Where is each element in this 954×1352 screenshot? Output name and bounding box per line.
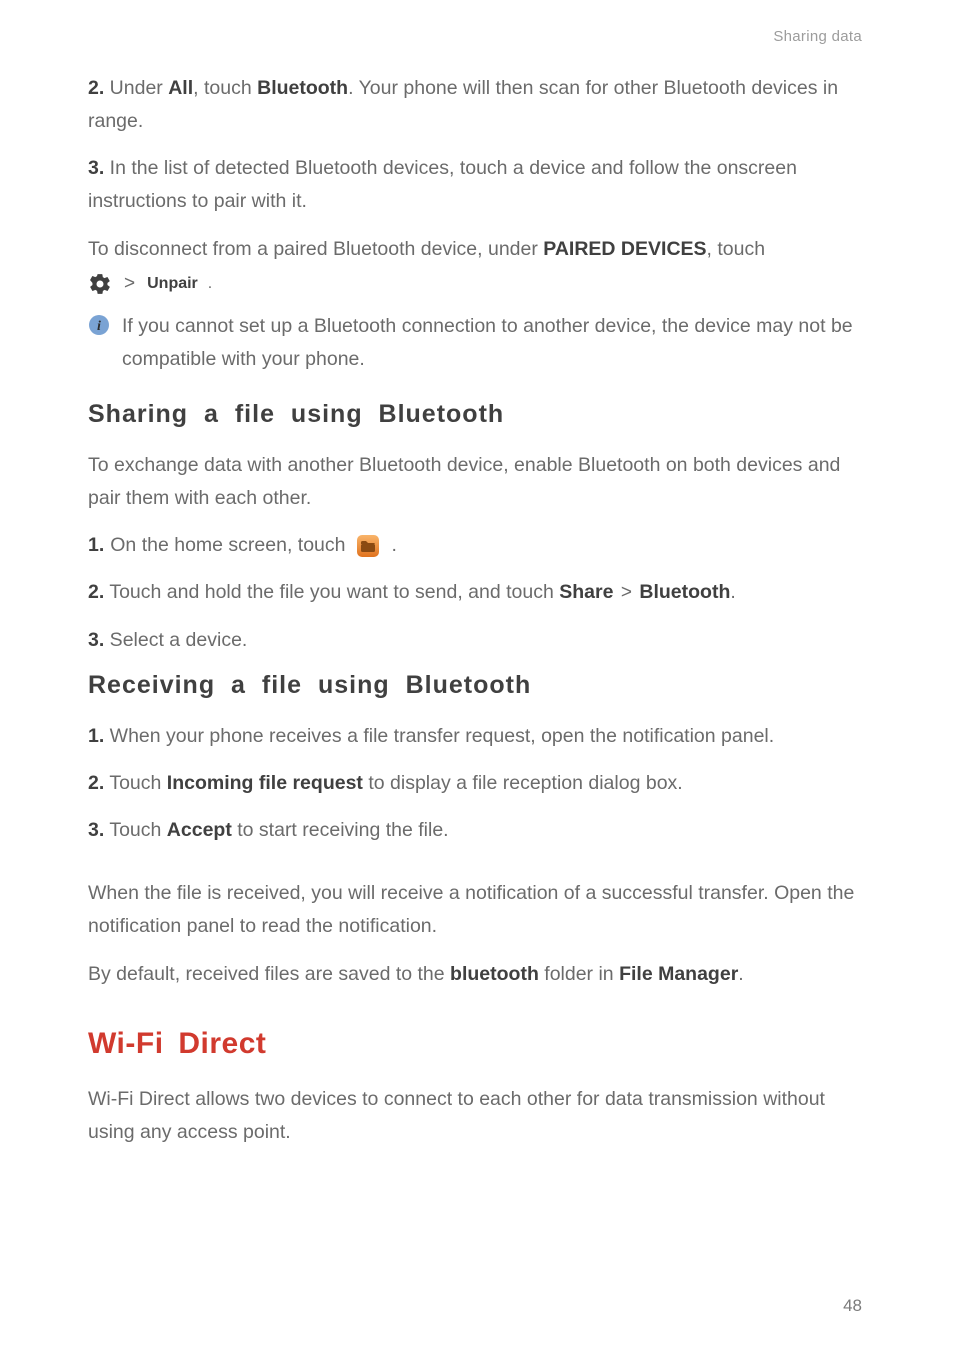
sharing-s2-pre: Touch and hold the file you want to send… xyxy=(104,581,559,603)
receiving-p1: When the file is received, you will rece… xyxy=(88,877,866,943)
step-2-bluetooth: Bluetooth xyxy=(257,77,348,99)
heading-sharing: Sharing a file using Bluetooth xyxy=(88,400,866,429)
unpair-gt: > xyxy=(124,273,135,295)
receiving-p2-mid: folder in xyxy=(539,963,619,985)
disconnect-post: , touch xyxy=(707,238,766,260)
sharing-s1-num: 1. xyxy=(88,529,104,562)
receiving-s2-pre: Touch xyxy=(104,772,167,794)
disconnect-paired: PAIRED DEVICES xyxy=(543,238,706,260)
info-block: i If you cannot set up a Bluetooth conne… xyxy=(88,310,866,376)
receiving-s1-text: When your phone receives a file transfer… xyxy=(104,725,774,747)
heading-wifi-direct: Wi-Fi Direct xyxy=(88,1027,866,1061)
receiving-step-3: 3. Touch Accept to start receiving the f… xyxy=(88,814,866,847)
unpair-period: . xyxy=(208,275,212,293)
receiving-s2-incoming: Incoming file request xyxy=(167,772,363,794)
folder-icon xyxy=(355,533,381,559)
receiving-s2-post: to display a file reception dialog box. xyxy=(363,772,683,794)
step-2-num: 2. xyxy=(88,77,104,99)
receiving-s3-accept: Accept xyxy=(167,819,232,841)
receiving-step-2: 2. Touch Incoming file request to displa… xyxy=(88,767,866,800)
gear-icon xyxy=(88,272,112,296)
info-text: If you cannot set up a Bluetooth connect… xyxy=(122,310,866,376)
sharing-s2-period: . xyxy=(730,581,735,603)
step-2-all: All xyxy=(168,77,193,99)
page-header-label: Sharing data xyxy=(773,28,862,45)
unpair-label: Unpair xyxy=(147,275,198,293)
sharing-step-1: 1. On the home screen, touch . xyxy=(88,529,866,562)
step-3-num: 3. xyxy=(88,157,104,179)
receiving-s2-num: 2. xyxy=(88,772,104,794)
step-3-text: In the list of detected Bluetooth device… xyxy=(88,157,797,212)
unpair-row: > Unpair. xyxy=(88,272,866,296)
receiving-s3-num: 3. xyxy=(88,819,104,841)
step-2-pre: Under xyxy=(104,77,168,99)
sharing-s3-num: 3. xyxy=(88,629,104,651)
disconnect-pre: To disconnect from a paired Bluetooth de… xyxy=(88,238,543,260)
disconnect-para: To disconnect from a paired Bluetooth de… xyxy=(88,233,866,266)
step-3: 3. In the list of detected Bluetooth dev… xyxy=(88,152,866,218)
svg-text:i: i xyxy=(97,319,101,334)
wifi-intro: Wi-Fi Direct allows two devices to conne… xyxy=(88,1083,866,1149)
sharing-s1-period: . xyxy=(391,529,396,562)
receiving-p2-period: . xyxy=(738,963,743,985)
step-2-mid: , touch xyxy=(193,77,257,99)
receiving-p2-bluetooth: bluetooth xyxy=(450,963,539,985)
sharing-s2-gt: > xyxy=(621,582,632,603)
heading-receiving: Receiving a file using Bluetooth xyxy=(88,671,866,700)
step-2: 2. Under All, touch Bluetooth. Your phon… xyxy=(88,72,866,138)
receiving-step-1: 1. When your phone receives a file trans… xyxy=(88,720,866,753)
receiving-s3-pre: Touch xyxy=(104,819,167,841)
receiving-p2-fm: File Manager xyxy=(619,963,738,985)
page-number: 48 xyxy=(843,1296,862,1316)
receiving-s3-post: to start receiving the file. xyxy=(232,819,449,841)
sharing-step-2: 2. Touch and hold the file you want to s… xyxy=(88,576,866,609)
sharing-s2-num: 2. xyxy=(88,581,104,603)
sharing-intro: To exchange data with another Bluetooth … xyxy=(88,449,866,515)
sharing-step-3: 3. Select a device. xyxy=(88,624,866,657)
page-content: 2. Under All, touch Bluetooth. Your phon… xyxy=(88,72,866,1149)
sharing-s2-share: Share xyxy=(559,581,613,603)
sharing-s2-bt: Bluetooth xyxy=(639,581,730,603)
receiving-s1-num: 1. xyxy=(88,725,104,747)
sharing-s1-pre: On the home screen, touch xyxy=(110,529,345,562)
info-icon: i xyxy=(88,314,110,336)
receiving-p2: By default, received files are saved to … xyxy=(88,958,866,991)
receiving-p2-pre: By default, received files are saved to … xyxy=(88,963,450,985)
sharing-s3-text: Select a device. xyxy=(104,629,247,651)
